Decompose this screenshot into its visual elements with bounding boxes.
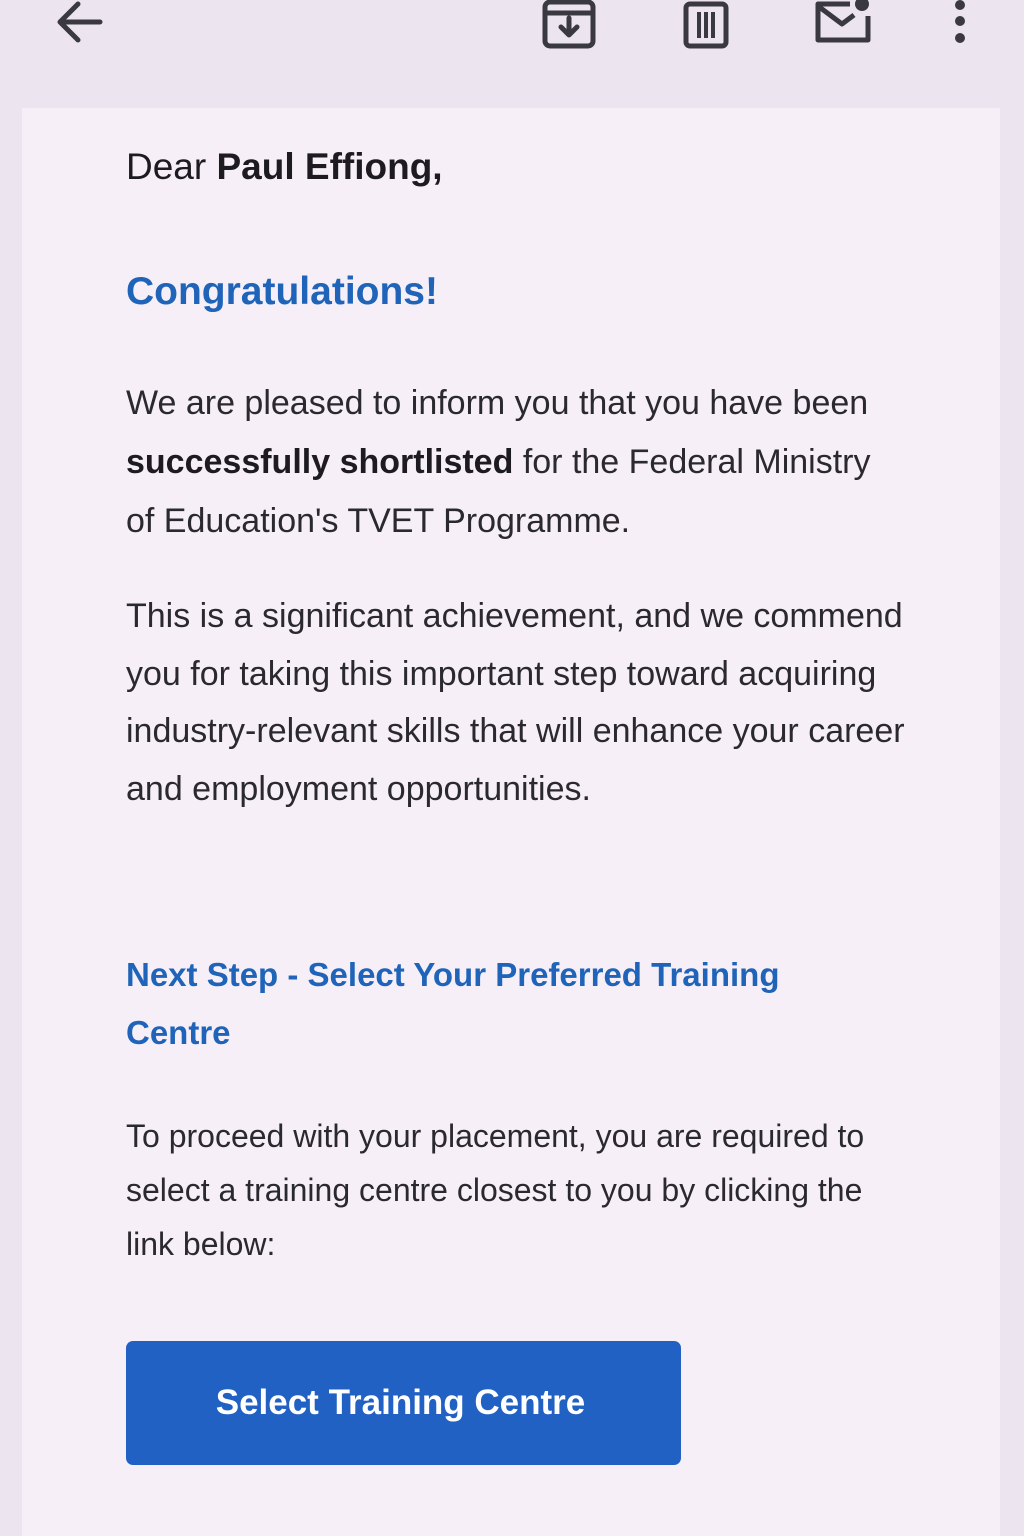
congratulations-heading: Congratulations!	[126, 270, 438, 313]
shortlist-paragraph: We are pleased to inform you that you ha…	[126, 374, 906, 551]
delete-icon[interactable]	[680, 0, 732, 52]
p1-text-start: We are pleased to inform you that you ha…	[126, 384, 869, 422]
next-step-heading: Next Step - Select Your Preferred Traini…	[126, 956, 780, 1051]
recipient-name: Paul Effiong,	[216, 146, 443, 187]
more-vert-icon[interactable]	[944, 0, 976, 52]
top-app-bar	[0, 0, 1024, 108]
archive-icon[interactable]	[540, 0, 600, 52]
instruction-paragraph: To proceed with your placement, you are …	[126, 1118, 865, 1262]
p1-bold-text: successfully shortlisted	[126, 443, 514, 481]
back-arrow-icon[interactable]	[50, 0, 110, 52]
mark-unread-icon[interactable]	[810, 0, 876, 52]
achievement-paragraph: This is a significant achievement, and w…	[126, 597, 905, 808]
select-training-centre-button[interactable]: Select Training Centre	[126, 1341, 681, 1465]
email-body: Dear Paul Effiong, Congratulations! We a…	[22, 108, 1000, 1536]
greeting: Dear Paul Effiong,	[126, 146, 443, 188]
greeting-prefix: Dear	[126, 146, 217, 187]
email-screen: Dear Paul Effiong, Congratulations! We a…	[0, 0, 1024, 1536]
